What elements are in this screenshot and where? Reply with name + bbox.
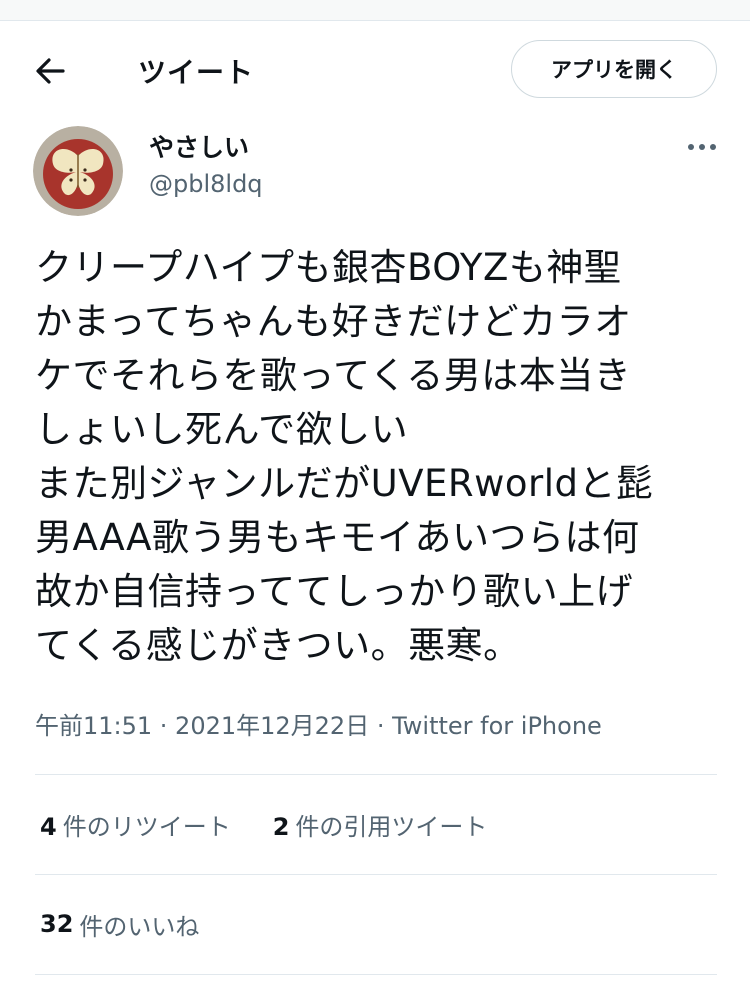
engagement-stats: 4 件のリツイート 2 件の引用ツイート — [40, 806, 529, 842]
quotes-label: 件の引用ツイート — [295, 812, 488, 841]
open-app-button[interactable]: アプリを開く — [511, 40, 717, 98]
page-title: ツイート — [138, 56, 255, 89]
quotes-stat[interactable]: 2 件の引用ツイート — [273, 807, 488, 842]
retweets-stat[interactable]: 4 件のリツイート — [40, 807, 231, 842]
arrow-left-icon — [36, 58, 65, 84]
divider — [35, 874, 717, 875]
tweet-text: クリープハイプも銀杏BOYZも神聖 かまってちゃんも好きだけどカラオ ケでそれら… — [35, 246, 654, 667]
tweet-header: ツイート アプリを開く — [0, 21, 750, 119]
author-handle[interactable]: @pbl8ldq — [149, 170, 263, 198]
likes-stat[interactable]: 32 件のいいね — [40, 906, 199, 942]
back-button[interactable] — [28, 49, 72, 93]
browser-top-strip — [0, 0, 750, 21]
author-display-name[interactable]: やさしい — [149, 128, 249, 164]
avatar[interactable] — [33, 126, 123, 216]
likes-count: 32 — [40, 910, 74, 938]
divider — [35, 974, 717, 975]
apple-butterfly-avatar — [33, 126, 123, 216]
likes-label: 件のいいね — [79, 912, 200, 941]
quotes-count: 2 — [272, 812, 290, 841]
more-options-button[interactable] — [680, 130, 724, 164]
divider — [35, 774, 717, 775]
more-dots-icon — [688, 144, 716, 150]
tweet-timestamp[interactable]: 午前11:51 · 2021年12月22日 · Twitter for iPho… — [35, 706, 602, 741]
retweets-count: 4 — [40, 812, 57, 841]
retweets-label: 件のリツイート — [62, 812, 231, 841]
